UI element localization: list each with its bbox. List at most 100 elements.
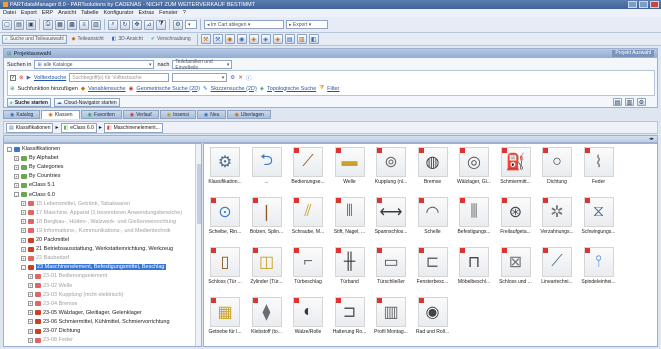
tree-node[interactable]: +20 Packmittel (21, 237, 69, 243)
expand-toggle-icon[interactable]: + (28, 328, 33, 334)
tree-node[interactable]: +23-05 Wälzlager, Gleitlager, Gelenklage… (28, 310, 142, 316)
option-icon[interactable]: ⚙ (230, 75, 235, 81)
expand-toggle-icon[interactable]: + (21, 246, 26, 252)
menu-item[interactable]: ? (183, 10, 186, 16)
pan-icon[interactable]: ✥ (132, 19, 142, 30)
sketch-search-link[interactable]: Skizzensuche (2D) (211, 86, 257, 92)
tree-scrollbar[interactable] (195, 144, 201, 346)
geometric-search-link[interactable]: Geometrische Suche (2D) (136, 86, 200, 92)
tree-node[interactable]: +15 Lebensmittel, Getränk, Tabakwaren (21, 201, 130, 207)
tool-icon[interactable]: ⚒ (200, 34, 211, 44)
expand-toggle-icon[interactable]: - (7, 146, 12, 152)
zoom-icon[interactable]: ⌕ (108, 19, 118, 30)
menu-item[interactable]: Datei (3, 10, 16, 16)
breadcrumb-item[interactable]: ◧ Maschinenelement... (103, 122, 163, 133)
expand-toggle-icon[interactable]: + (21, 219, 26, 225)
menu-item[interactable]: ERP (42, 10, 53, 16)
catalog-item[interactable]: ⊠ Schloss und ... (496, 247, 536, 292)
catalog-item[interactable]: ▬ Welle (330, 147, 370, 192)
menu-item[interactable]: Export (21, 10, 37, 16)
menu-item[interactable]: Extras (139, 10, 155, 16)
expand-toggle-icon[interactable]: + (14, 182, 19, 188)
tab-item[interactable]: ◉ Uberlagen (227, 110, 271, 119)
tree-node[interactable]: +23-02 Welle (28, 283, 72, 289)
expand-toggle-icon[interactable]: + (28, 283, 33, 288)
measure-icon[interactable]: ⊿ (144, 19, 154, 30)
tree-node[interactable]: +23-07 Dichtung (28, 328, 80, 334)
expand-toggle-icon[interactable]: + (14, 173, 19, 179)
catalog-item[interactable]: ▦ Getriebe für l... (205, 297, 245, 342)
print-icon[interactable]: ⎙ (43, 19, 53, 30)
tab-item[interactable]: ◉ Favoriten (80, 110, 122, 119)
new-icon[interactable]: ▢ (2, 19, 12, 30)
expand-toggle-icon[interactable]: + (28, 301, 33, 307)
tree-node[interactable]: +23-08 Feder (28, 337, 73, 343)
menu-item[interactable]: Ansicht (58, 10, 76, 16)
tool-icon[interactable]: ▥ (625, 98, 634, 106)
menu-item[interactable]: Tabelle (81, 10, 98, 16)
remove-icon[interactable]: ⊗ (19, 75, 24, 81)
tool-icon[interactable]: ⚙ (637, 98, 646, 106)
tree-node[interactable]: +23-06 Schmiermittel, Kühlmittel, Schmie… (28, 319, 170, 325)
part-view-tab[interactable]: ◆ Teileansicht (69, 35, 107, 44)
start-search-button[interactable]: ⌕ Suche starten (7, 98, 51, 107)
tool-icon[interactable]: ◈ (272, 34, 283, 44)
tab-item[interactable]: ◉ Katalog (3, 110, 41, 119)
settings-dropdown[interactable]: ▾ (185, 20, 197, 29)
tree-node[interactable]: - 23 Maschinenelement, Befestigungsmittel… (21, 264, 166, 271)
catalog-item[interactable]: ⊏ Fensterbesc... (413, 247, 453, 292)
grid-icon[interactable]: ▩ (67, 19, 77, 30)
tool-icon[interactable]: ◈ (260, 34, 271, 44)
tree-node[interactable]: +23-03 Kupplung (nicht elektrisch) (28, 292, 123, 298)
minimize-button[interactable] (628, 1, 637, 8)
expand-toggle-icon[interactable]: + (21, 201, 26, 207)
filter-icon[interactable]: ⧩ (156, 19, 166, 30)
expand-toggle-icon[interactable]: + (28, 337, 33, 343)
search-type-select[interactable]: Teilefamilien und Einzelteile ▾ (172, 59, 233, 71)
catalog-item[interactable]: ◍ Bremse (413, 147, 453, 192)
catalog-item[interactable]: ⌐ Türbeschlag (288, 247, 328, 292)
catalog-item[interactable]: ◫ Zylinder (Tür... (247, 247, 287, 292)
expand-toggle-icon[interactable]: + (21, 228, 26, 234)
checkbox-checked[interactable]: ✓ (10, 74, 16, 81)
tree-node[interactable]: - eClass 6.0 (14, 192, 55, 198)
catalog-item[interactable]: ⧖ Schwingungs... (579, 197, 619, 242)
filter-link[interactable]: Filter (327, 86, 339, 92)
expand-toggle-icon[interactable]: + (21, 255, 26, 261)
expand-toggle-icon[interactable]: + (28, 310, 33, 316)
variable-search-link[interactable]: Variablensuche (88, 86, 126, 92)
expand-toggle-icon[interactable]: + (28, 292, 33, 298)
tool-icon[interactable]: ◉ (224, 34, 235, 44)
catalog-item[interactable]: ⊐ Halterung Ro... (330, 297, 370, 342)
tree-node[interactable]: +18 Bergbau-, Hütten-, Walzwerk- und Gie… (21, 219, 176, 225)
menu-item[interactable]: Konfigurator (104, 10, 134, 16)
catalog-item[interactable]: ▥ Profil Montag... (371, 297, 411, 342)
catalog-item[interactable]: ▯ Schloss (Tür ... (205, 247, 245, 292)
catalog-item[interactable]: ⊓ Möbelbeschl... (454, 247, 494, 292)
tree-node[interactable]: +17 Maschine, Apparat (1 besonderen Anwe… (21, 210, 182, 216)
bolting-tab[interactable]: ✔ Verschraubung (148, 35, 194, 44)
tree-node[interactable]: + By Countries (14, 173, 61, 179)
expand-toggle-icon[interactable]: + (14, 155, 19, 161)
expand-toggle-icon[interactable]: - (21, 264, 26, 270)
table-icon[interactable]: ▥ (91, 19, 101, 30)
layout-icon[interactable]: ▦ (55, 19, 65, 30)
fulltext-input[interactable]: Suchbegriff(e) für Volltextsuche (69, 73, 170, 82)
cloud-navigator-button[interactable]: ☁ Cloud-Navigator starten (53, 98, 120, 107)
expand-toggle-icon[interactable]: - (14, 192, 19, 197)
catalog-item[interactable]: ✲ Verzahnungs... (537, 197, 577, 242)
add-criteria-link[interactable]: Suchfunktion hinzufügen (18, 86, 78, 92)
catalog-item[interactable]: ╫ Türband (330, 247, 370, 292)
export-dropdown[interactable]: ▸ Export ▾ (286, 20, 328, 29)
open-icon[interactable]: ▤ (14, 19, 24, 30)
tab-item[interactable]: ◉ Neu (196, 110, 227, 119)
catalog-select[interactable]: ⊞ alle Kataloge ▾ (34, 60, 155, 69)
catalog-item[interactable]: ⟋ Bedienungse... (288, 147, 328, 192)
cart-dropdown[interactable]: ◂ Im Cart ablegen ▾ (204, 20, 284, 29)
tool-icon[interactable]: ◈ (248, 34, 259, 44)
close-button[interactable] (650, 1, 659, 8)
tree-node[interactable]: +23-01 Bedienungselement (28, 273, 107, 279)
tree-node[interactable]: + By Alphabet (14, 155, 58, 161)
catalog-item[interactable]: ⫼ Befestigungs... (454, 197, 494, 242)
catalog-item[interactable]: ◉ Rad und Roll... (413, 297, 453, 342)
